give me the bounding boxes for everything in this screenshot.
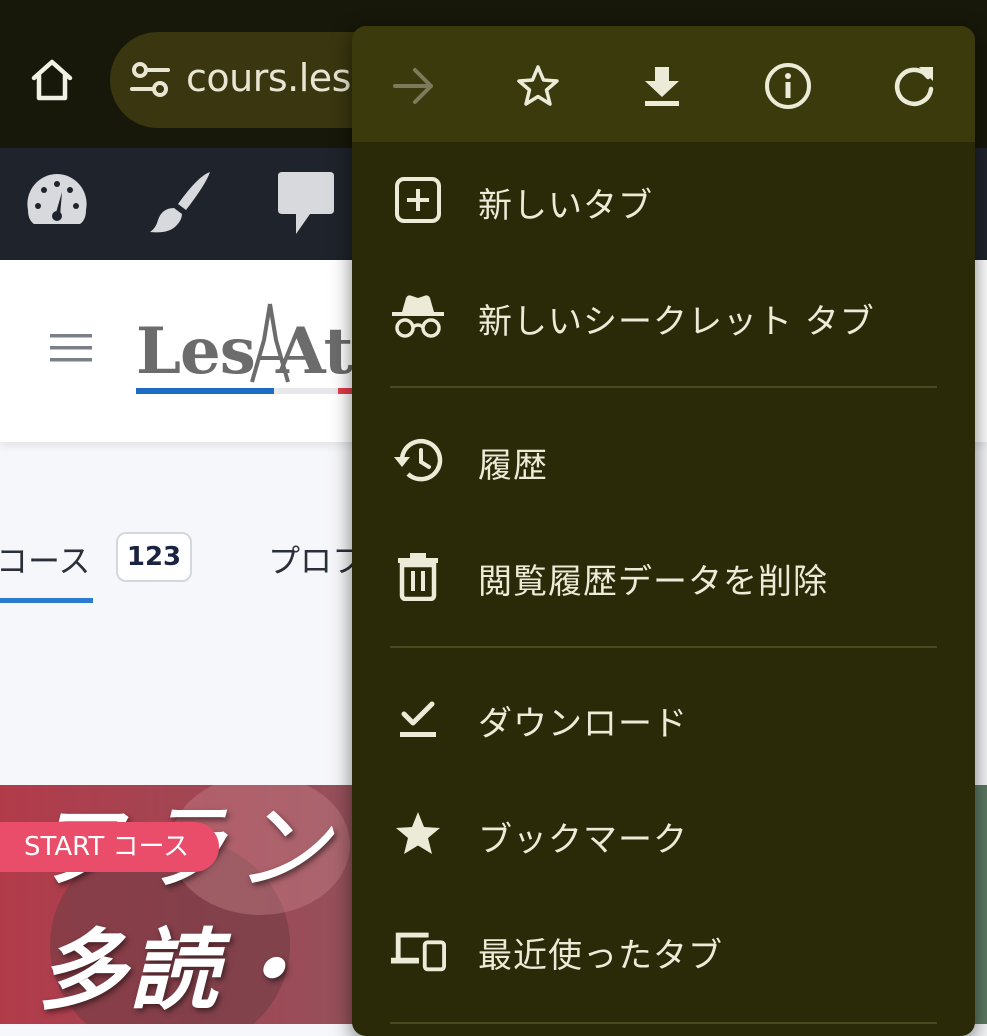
course-count-badge: 123 [116, 532, 192, 582]
home-button[interactable] [22, 50, 82, 110]
card-title-line2: 多読・ [38, 918, 315, 1022]
devices-icon [390, 932, 446, 972]
home-icon [31, 59, 73, 101]
menu-item-bookmarks[interactable]: ブックマーク [352, 784, 975, 884]
download-icon [645, 67, 679, 106]
menu-item-clear-browsing-data[interactable]: 閲覧履歴データを削除 [352, 526, 975, 626]
menu-item-new-tab[interactable]: 新しいタブ [352, 150, 975, 250]
downloads-icon [400, 701, 436, 737]
forward-icon [393, 68, 433, 104]
dashboard-icon[interactable] [24, 170, 90, 228]
trash-icon [398, 553, 438, 601]
history-icon [394, 438, 443, 482]
page-info-button[interactable] [762, 60, 814, 112]
menu-divider [390, 646, 937, 648]
menu-item-label: 閲覧履歴データを削除 [478, 562, 828, 602]
menu-item-label: 新しいシークレット タブ [478, 302, 875, 342]
tab-profile[interactable]: プロフ [268, 536, 364, 582]
tune-icon[interactable] [128, 58, 172, 102]
menu-item-label: ダウンロード [478, 704, 688, 744]
hamburger-menu-icon[interactable] [50, 334, 92, 362]
paintbrush-icon[interactable] [148, 168, 216, 236]
menu-item-label: 最近使ったタブ [478, 936, 723, 976]
star-icon [396, 812, 440, 854]
menu-item-label: 新しいタブ [478, 186, 653, 226]
menu-item-history[interactable]: 履歴 [352, 410, 975, 510]
menu-divider [390, 386, 937, 388]
course-badge: START コース [0, 822, 220, 872]
menu-item-new-incognito-tab[interactable]: 新しいシークレット タブ [352, 266, 975, 366]
menu-item-recent-tabs[interactable]: 最近使ったタブ [352, 900, 975, 1000]
active-tab-indicator [0, 598, 93, 603]
reload-button[interactable] [888, 60, 940, 112]
url-text[interactable]: cours.les [186, 56, 351, 100]
menu-toolbar [352, 26, 975, 142]
bookmark-star-icon [517, 65, 559, 106]
new-tab-icon [395, 177, 441, 223]
incognito-icon [392, 295, 444, 338]
download-page-button[interactable] [636, 60, 688, 112]
reload-icon [894, 67, 934, 107]
site-logo[interactable]: Les Ate [136, 300, 393, 404]
overflow-menu: 新しいタブ 新しいシークレット タブ 履歴 閲覧履歴データを削除 ダウンロード … [352, 26, 975, 1036]
info-icon [765, 63, 811, 109]
menu-item-label: ブックマーク [478, 820, 688, 860]
bookmark-button[interactable] [512, 60, 564, 112]
menu-item-downloads[interactable]: ダウンロード [352, 668, 975, 768]
tab-courses[interactable]: コース [0, 536, 90, 582]
menu-item-label: 履歴 [478, 446, 548, 486]
forward-button[interactable] [388, 60, 440, 112]
comments-icon[interactable] [276, 170, 336, 238]
